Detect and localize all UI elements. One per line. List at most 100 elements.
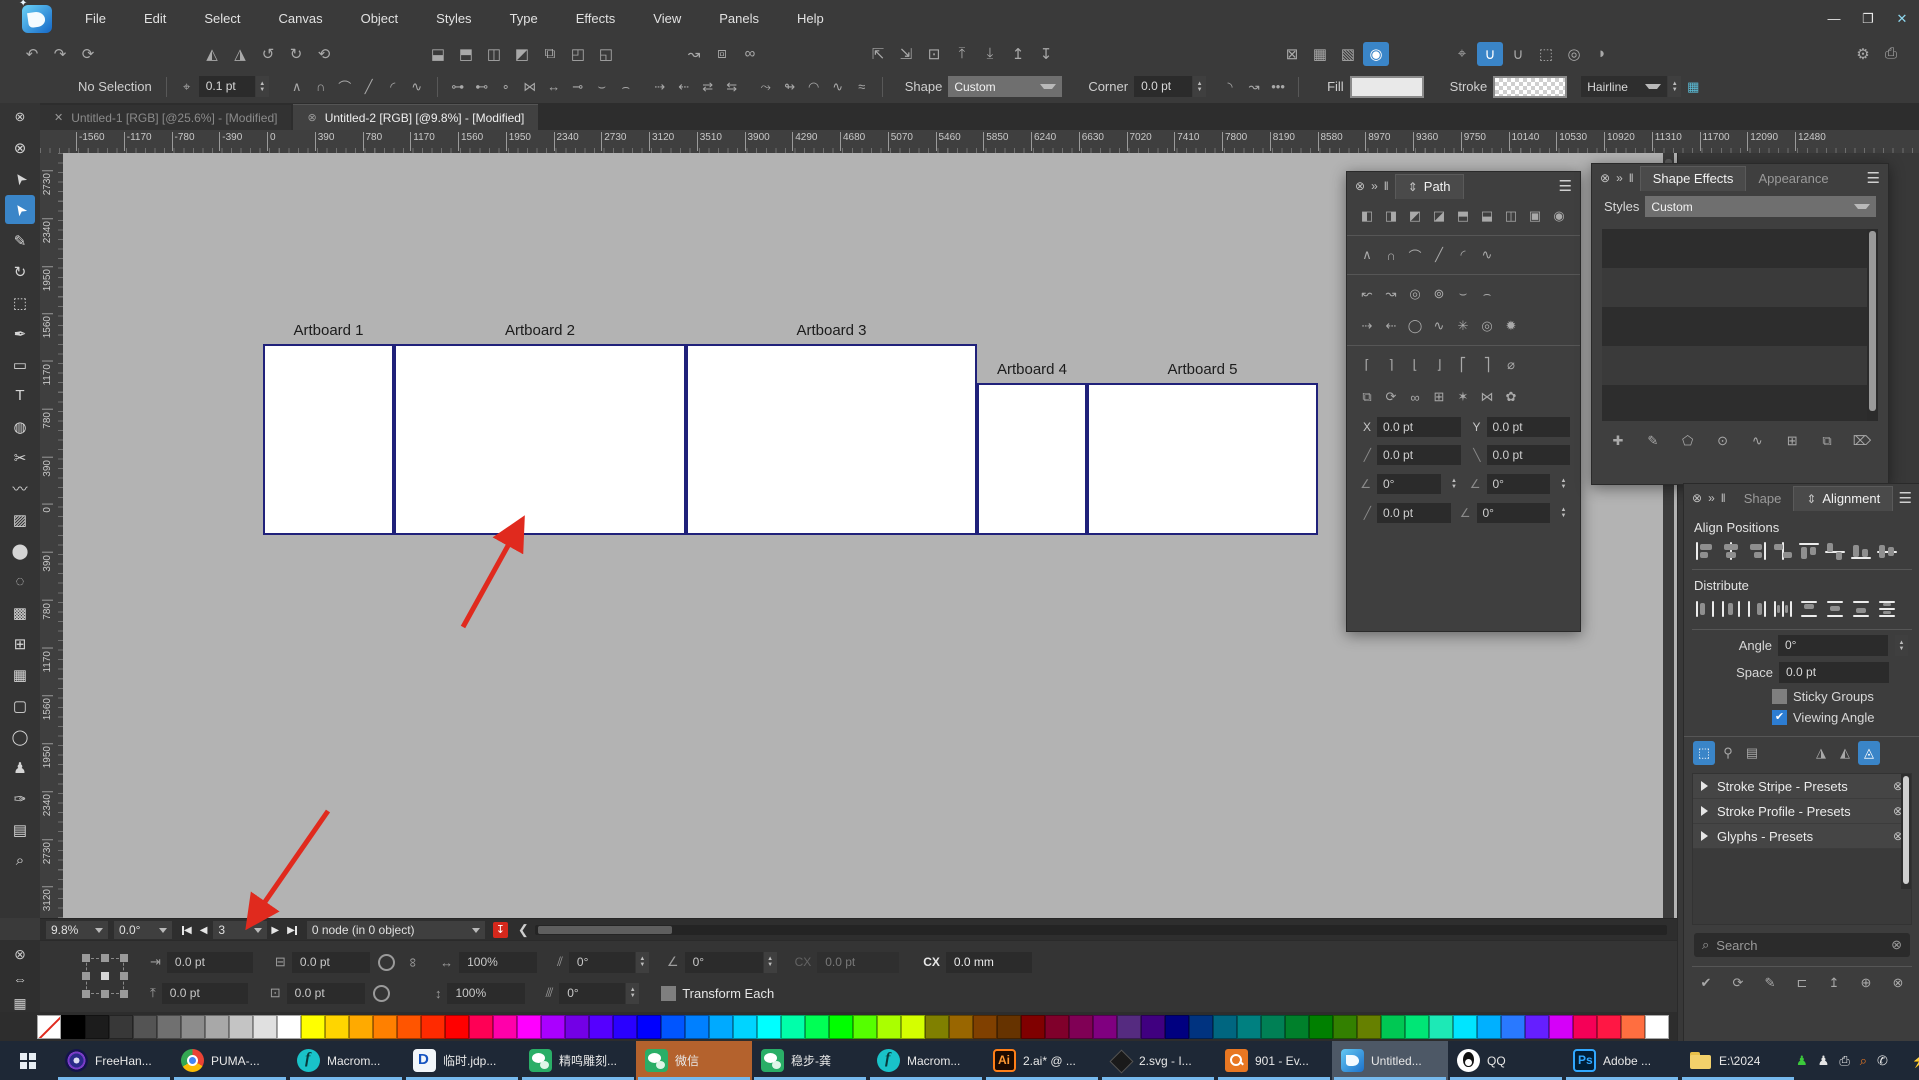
corner-bl-icon[interactable]: ⌊: [1404, 353, 1426, 377]
taskbar-app-14[interactable]: Adobe ...: [1564, 1041, 1680, 1080]
insert-node-icon[interactable]: ∘: [495, 75, 517, 99]
path-field-stepper[interactable]: ▲▼: [1557, 473, 1570, 494]
scale-y-field[interactable]: 100%: [447, 983, 525, 1004]
corner-tl-icon[interactable]: ⌈: [1356, 353, 1378, 377]
grid-copy-icon[interactable]: ⊞: [1428, 385, 1450, 409]
clamp-icon[interactable]: ⊏: [1791, 971, 1813, 995]
expand-panel-icon[interactable]: ⇔: [13, 971, 27, 987]
path-field-value[interactable]: 0.0 pt: [1377, 417, 1461, 437]
path-field-stepper[interactable]: ▲▼: [1448, 473, 1461, 494]
corner-radius-field[interactable]: 0.0 pt: [1134, 76, 1192, 97]
color-swatch-3[interactable]: [109, 1015, 133, 1039]
color-swatch-16[interactable]: [421, 1015, 445, 1039]
color-swatch-28[interactable]: [709, 1015, 733, 1039]
extend-left-icon[interactable]: ⇠: [673, 75, 695, 99]
more-options-icon[interactable]: •••: [1267, 75, 1289, 99]
color-swatch-36[interactable]: [901, 1015, 925, 1039]
wave-path-icon[interactable]: ∿: [827, 75, 849, 99]
tab-close-icon[interactable]: ⊗: [307, 111, 316, 124]
flower-copy-icon[interactable]: ✿: [1500, 385, 1522, 409]
redo-icon[interactable]: ↷: [47, 42, 73, 66]
divide-icon[interactable]: ⧉: [537, 42, 563, 66]
fx-tab-appearance[interactable]: Appearance: [1746, 166, 1840, 190]
rectangle-tool[interactable]: ▭: [5, 350, 35, 379]
color-swatch-34[interactable]: [853, 1015, 877, 1039]
taskbar-app-7[interactable]: 稳步-龚: [752, 1041, 868, 1080]
rotate-copy-icon[interactable]: ⟳: [1380, 385, 1402, 409]
color-swatch-14[interactable]: [373, 1015, 397, 1039]
marquee-tool[interactable]: ⬚: [5, 288, 35, 317]
dock-close-corner[interactable]: ⊗: [0, 103, 40, 130]
corner-br-icon[interactable]: ⌋: [1428, 353, 1450, 377]
color-swatch-58[interactable]: [1429, 1015, 1453, 1039]
dashed-circle-tool[interactable]: ◌: [5, 567, 35, 596]
panel-menu-icon[interactable]: ☰: [1559, 177, 1572, 195]
key-object-icon[interactable]: ⚲: [1717, 741, 1739, 765]
reverse-path-icon[interactable]: ⇆: [721, 75, 743, 99]
seg-quarter-icon[interactable]: ◜: [1452, 243, 1474, 267]
arch-segment-icon[interactable]: ∩: [310, 75, 332, 99]
direct-selection-tool[interactable]: ➤: [5, 195, 35, 224]
stroke-style-dropdown[interactable]: Hairline: [1581, 76, 1667, 97]
fx-tab-shape-effects[interactable]: Shape Effects: [1640, 166, 1747, 191]
path-field-value[interactable]: 0°: [1477, 503, 1551, 523]
align-bottom-icon[interactable]: [1850, 541, 1872, 561]
corner-stepper[interactable]: ▲▼: [1193, 76, 1206, 97]
color-swatch-32[interactable]: [805, 1015, 829, 1039]
rotate-stepper[interactable]: ▲▼: [764, 952, 777, 973]
color-blend-icon[interactable]: ◉: [1363, 42, 1389, 66]
color-swatch-38[interactable]: [949, 1015, 973, 1039]
arc-path-icon[interactable]: ◠: [803, 75, 825, 99]
artboard-5[interactable]: [1087, 383, 1318, 535]
shape-preset-dropdown[interactable]: Custom: [948, 76, 1062, 97]
flow-path-icon[interactable]: ⤳: [755, 75, 777, 99]
symbol-tool[interactable]: ♟: [5, 753, 35, 782]
color-swatch-54[interactable]: [1333, 1015, 1357, 1039]
distribute-center-h-icon[interactable]: [1720, 599, 1742, 619]
dock-tab-shape[interactable]: Shape: [1732, 486, 1794, 510]
artboard-4[interactable]: [977, 383, 1087, 535]
target-op-icon[interactable]: ◎: [1476, 314, 1498, 338]
usb-icon[interactable]: ⚡: [1912, 1053, 1919, 1069]
color-swatch-6[interactable]: [181, 1015, 205, 1039]
path-trim-icon[interactable]: ⬓: [1476, 204, 1498, 228]
taskbar-app-15[interactable]: E:\2024: [1680, 1041, 1796, 1080]
color-swatch-52[interactable]: [1285, 1015, 1309, 1039]
taskbar-app-13[interactable]: QQ: [1448, 1041, 1564, 1080]
roughen-path-icon[interactable]: ≈: [851, 75, 873, 99]
color-swatch-60[interactable]: [1477, 1015, 1501, 1039]
menu-styles[interactable]: Styles: [417, 0, 490, 37]
snap-magnet-icon[interactable]: ∪: [1477, 42, 1503, 66]
color-swatch-39[interactable]: [973, 1015, 997, 1039]
snap-point-icon[interactable]: ⌖: [1449, 42, 1475, 66]
seg-s-curve-icon[interactable]: ∿: [1476, 243, 1498, 267]
apply-icon[interactable]: ✔: [1695, 971, 1717, 995]
path-merge-icon[interactable]: ◫: [1500, 204, 1522, 228]
menu-effects[interactable]: Effects: [557, 0, 635, 37]
stroke-options-icon[interactable]: ▦: [1682, 75, 1704, 99]
dash-back-icon[interactable]: ⇠: [1380, 314, 1402, 338]
canvas-horizontal-scrollbar[interactable]: [535, 925, 1667, 935]
tray-printer-icon[interactable]: ⎙: [1839, 1053, 1849, 1069]
connect-nodes-icon[interactable]: ⊶: [447, 75, 469, 99]
bracket-r-icon[interactable]: ⎤: [1476, 353, 1498, 377]
color-swatch-35[interactable]: [877, 1015, 901, 1039]
color-swatch-29[interactable]: [733, 1015, 757, 1039]
align-anchor-v-icon[interactable]: [1824, 541, 1846, 561]
shape-mode-c-icon[interactable]: ◬: [1858, 741, 1880, 765]
align-top-icon[interactable]: [1798, 541, 1820, 561]
path-union-icon[interactable]: ◧: [1356, 204, 1378, 228]
distribute-left-icon[interactable]: [1694, 599, 1716, 619]
color-swatch-46[interactable]: [1141, 1015, 1165, 1039]
height-proportional-radio[interactable]: [373, 985, 390, 1002]
y-position-field[interactable]: 0.0 pt: [162, 983, 248, 1004]
artboard-3[interactable]: [686, 344, 977, 535]
color-swatch-62[interactable]: [1525, 1015, 1549, 1039]
color-swatch-63[interactable]: [1549, 1015, 1573, 1039]
unite-icon[interactable]: ⬓: [425, 42, 451, 66]
effects-list-row[interactable]: [1602, 268, 1878, 307]
transform-box-icon[interactable]: ⬚: [1533, 42, 1559, 66]
panel-collapse-icon[interactable]: »: [1708, 491, 1715, 505]
seg-line-icon[interactable]: ╱: [1428, 243, 1450, 267]
panel-close-icon[interactable]: ⊗: [1355, 179, 1365, 193]
